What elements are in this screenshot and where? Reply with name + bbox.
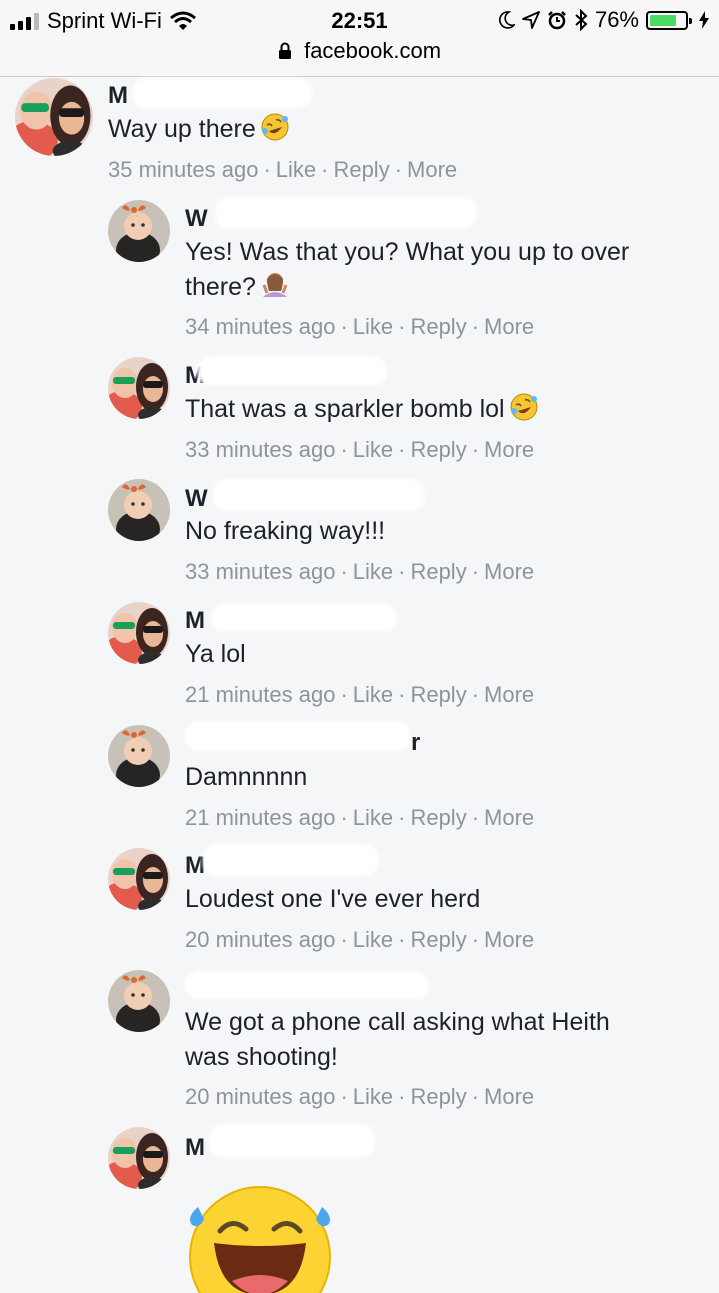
like-link[interactable]: Like <box>276 157 316 182</box>
reply-link[interactable]: Reply <box>333 157 389 182</box>
author-name[interactable]: M <box>185 844 385 880</box>
status-bar: Sprint Wi-Fi 22:51 76% facebook.com <box>0 0 719 77</box>
laughing-tears-emoji-icon <box>189 1186 331 1293</box>
avatar[interactable] <box>108 200 170 262</box>
alarm-icon <box>548 11 566 30</box>
author-name[interactable]: r <box>185 721 430 757</box>
name-redaction <box>197 356 387 386</box>
like-link[interactable]: Like <box>353 1084 393 1109</box>
avatar[interactable] <box>108 479 170 541</box>
comment-meta: 34 minutes ago · Like · Reply · More <box>185 314 535 339</box>
reply-link[interactable]: Reply <box>410 1084 466 1109</box>
name-redaction <box>185 721 410 751</box>
battery-percent: 76% <box>594 7 639 32</box>
timestamp: 20 minutes ago <box>185 927 336 952</box>
author-name[interactable]: W <box>185 197 480 233</box>
author-name[interactable]: M <box>185 603 400 635</box>
name-redaction <box>203 844 379 876</box>
charging-icon <box>699 11 709 29</box>
url-text: facebook.com <box>304 38 442 63</box>
comment-meta: 20 minutes ago · Like · Reply · More <box>185 927 535 952</box>
comment-text-line: there? <box>185 270 290 305</box>
name-redaction <box>185 971 429 999</box>
more-link[interactable]: More <box>484 314 534 339</box>
comment-text: Damnnnnn <box>185 763 308 791</box>
timestamp: 33 minutes ago <box>185 559 336 584</box>
comment-meta: 33 minutes ago · Like · Reply · More <box>185 559 535 584</box>
rofl-emoji-icon <box>509 393 538 421</box>
timestamp: 34 minutes ago <box>185 314 336 339</box>
comment-text-line: We got a phone call asking what Heith <box>185 1008 610 1036</box>
name-redaction <box>209 1124 375 1158</box>
avatar[interactable] <box>15 78 93 156</box>
author-name[interactable]: M <box>185 1124 380 1162</box>
reply-link[interactable]: Reply <box>410 559 466 584</box>
battery-icon <box>646 10 692 30</box>
shrug-emoji-icon <box>262 273 288 297</box>
bluetooth-icon <box>575 9 588 31</box>
comment-text: Ya lol <box>185 640 246 668</box>
timestamp: 35 minutes ago <box>108 157 259 182</box>
like-link[interactable]: Like <box>353 927 393 952</box>
reply-link[interactable]: Reply <box>410 927 466 952</box>
name-redaction <box>215 197 477 229</box>
more-link[interactable]: More <box>484 805 534 830</box>
author-name[interactable] <box>185 971 430 1003</box>
address-bar[interactable]: facebook.com <box>0 38 719 64</box>
more-link[interactable]: More <box>484 927 534 952</box>
avatar[interactable] <box>108 725 170 787</box>
author-name[interactable]: M <box>108 78 313 110</box>
timestamp: 21 minutes ago <box>185 682 336 707</box>
like-link[interactable]: Like <box>353 314 393 339</box>
location-icon <box>522 11 540 29</box>
comment-meta: 33 minutes ago · Like · Reply · More <box>185 437 535 462</box>
avatar[interactable] <box>108 970 170 1032</box>
more-link[interactable]: More <box>484 1084 534 1109</box>
like-link[interactable]: Like <box>353 682 393 707</box>
like-link[interactable]: Like <box>353 805 393 830</box>
name-redaction <box>213 479 425 511</box>
reply-link[interactable]: Reply <box>410 805 466 830</box>
comment-text: Loudest one I've ever herd <box>185 885 481 913</box>
comment-text: That was a sparkler bomb lol <box>185 392 539 427</box>
name-redaction <box>211 603 397 631</box>
comment-text-line: Yes! Was that you? What you up to over <box>185 238 630 266</box>
more-link[interactable]: More <box>484 437 534 462</box>
avatar[interactable] <box>108 602 170 664</box>
moon-icon <box>498 11 515 29</box>
rofl-emoji-icon <box>260 113 289 141</box>
more-link[interactable]: More <box>407 157 457 182</box>
comment-meta: 35 minutes ago · Like · Reply · More <box>108 157 458 182</box>
lock-icon <box>278 42 291 59</box>
comment-text: No freaking way!!! <box>185 517 386 545</box>
timestamp: 20 minutes ago <box>185 1084 336 1109</box>
timestamp: 33 minutes ago <box>185 437 336 462</box>
author-name[interactable]: W <box>185 479 430 513</box>
reply-link[interactable]: Reply <box>410 314 466 339</box>
author-name[interactable]: M <box>185 356 390 390</box>
like-link[interactable]: Like <box>353 437 393 462</box>
comment-meta: 21 minutes ago · Like · Reply · More <box>185 805 535 830</box>
comment-meta: 20 minutes ago · Like · Reply · More <box>185 1084 535 1109</box>
status-right: 76% <box>498 7 709 33</box>
comment-text: Way up there <box>108 112 290 147</box>
name-redaction <box>132 78 312 108</box>
like-link[interactable]: Like <box>353 559 393 584</box>
reply-link[interactable]: Reply <box>410 437 466 462</box>
timestamp: 21 minutes ago <box>185 805 336 830</box>
avatar[interactable] <box>108 848 170 910</box>
reply-link[interactable]: Reply <box>410 682 466 707</box>
avatar[interactable] <box>108 357 170 419</box>
more-link[interactable]: More <box>484 682 534 707</box>
comment-meta: 21 minutes ago · Like · Reply · More <box>185 682 535 707</box>
comment-text-line: was shooting! <box>185 1043 338 1071</box>
avatar[interactable] <box>108 1127 170 1189</box>
more-link[interactable]: More <box>484 559 534 584</box>
